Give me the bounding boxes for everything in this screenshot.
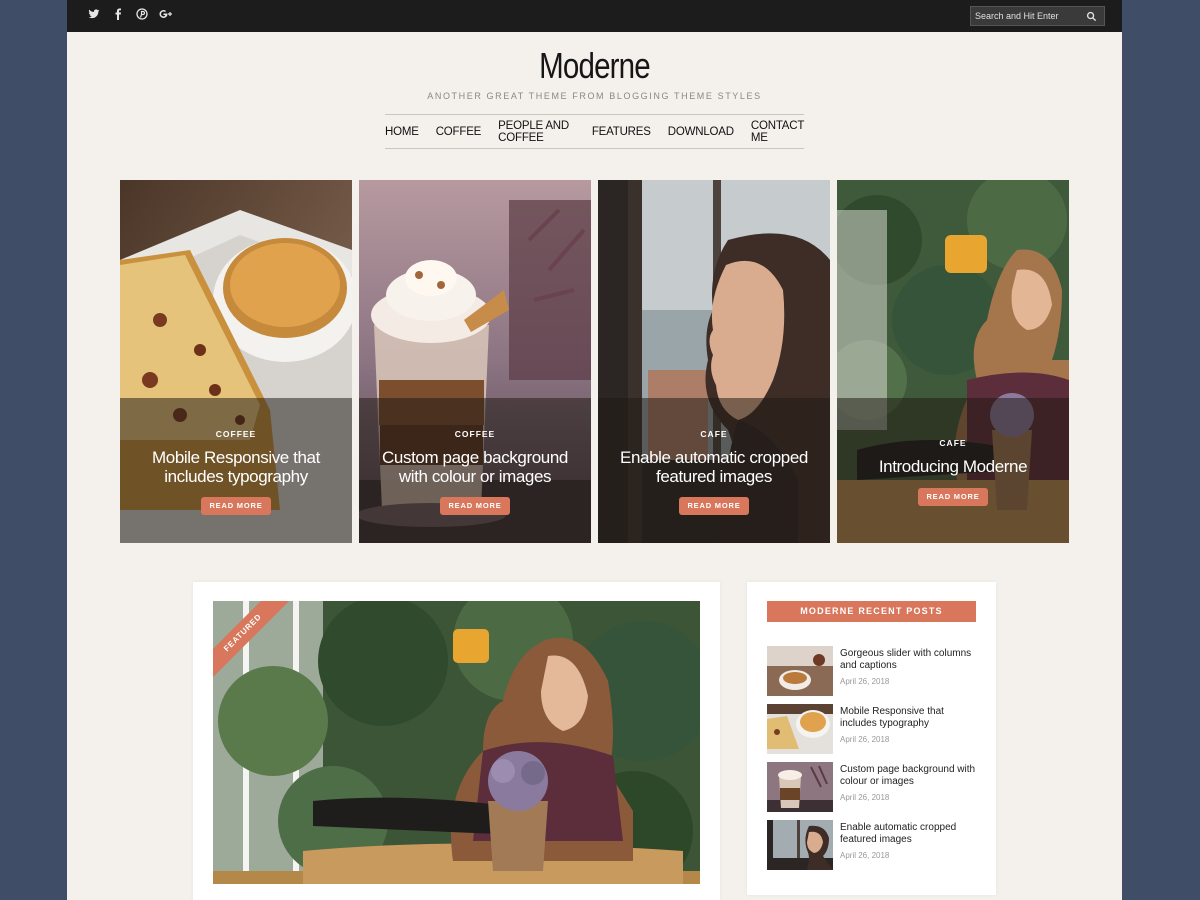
- tile-category[interactable]: COFFEE: [120, 429, 352, 439]
- recent-post-date: April 26, 2018: [840, 851, 890, 860]
- social-links: [87, 8, 173, 24]
- recent-post-title[interactable]: Mobile Responsive that includes typograp…: [840, 706, 980, 730]
- twitter-icon[interactable]: [87, 8, 101, 24]
- pinterest-icon[interactable]: [135, 8, 149, 24]
- search-input[interactable]: [975, 8, 1080, 24]
- featured-badge: FEATURED: [213, 601, 293, 683]
- google-plus-icon[interactable]: [159, 8, 173, 24]
- site-title[interactable]: Moderne: [162, 45, 1027, 87]
- search-icon[interactable]: [1086, 11, 1097, 22]
- tile-category[interactable]: CAFE: [837, 438, 1069, 448]
- recent-post-thumbnail[interactable]: [767, 646, 833, 696]
- slider-tile[interactable]: COFFEE Mobile Responsive that includes t…: [120, 180, 352, 543]
- recent-post-date: April 26, 2018: [840, 677, 890, 686]
- recent-post-item[interactable]: Custom page background with colour or im…: [767, 762, 976, 812]
- nav-item-download[interactable]: DOWNLOAD: [668, 126, 734, 138]
- tile-title[interactable]: Mobile Responsive that includes typograp…: [130, 448, 342, 486]
- nav-item-features[interactable]: FEATURES: [592, 126, 651, 138]
- slider-tile[interactable]: CAFE Introducing Moderne READ MORE: [837, 180, 1069, 543]
- recent-post-item[interactable]: Gorgeous slider with columns and caption…: [767, 646, 976, 696]
- featured-ribbon: FEATURED: [213, 601, 303, 691]
- nav-item-home[interactable]: HOME: [385, 126, 419, 138]
- tile-title[interactable]: Introducing Moderne: [847, 457, 1059, 476]
- main-nav: HOME COFFEE PEOPLE AND COFFEE FEATURES D…: [385, 114, 804, 149]
- recent-post-title[interactable]: Custom page background with colour or im…: [840, 764, 980, 788]
- facebook-icon[interactable]: [111, 8, 125, 24]
- tile-title[interactable]: Enable automatic cropped featured images: [608, 448, 820, 486]
- tile-category[interactable]: CAFE: [598, 429, 830, 439]
- featured-post-card: FEATURED: [193, 582, 720, 900]
- site-tagline: ANOTHER GREAT THEME FROM BLOGGING THEME …: [427, 91, 762, 101]
- widget-title: MODERNE RECENT POSTS: [767, 601, 976, 622]
- tile-category[interactable]: COFFEE: [359, 429, 591, 439]
- sidebar-widget: MODERNE RECENT POSTS Gorgeous slider wit…: [747, 582, 996, 895]
- search-box: [970, 6, 1105, 26]
- nav-item-coffee[interactable]: COFFEE: [436, 126, 482, 138]
- read-more-button[interactable]: READ MORE: [201, 497, 271, 515]
- recent-post-date: April 26, 2018: [840, 793, 890, 802]
- recent-post-thumbnail[interactable]: [767, 820, 833, 870]
- tile-title[interactable]: Custom page background with colour or im…: [369, 448, 581, 486]
- nav-item-people-and-coffee[interactable]: PEOPLE AND COFFEE: [498, 120, 575, 144]
- recent-post-item[interactable]: Enable automatic cropped featured images…: [767, 820, 976, 870]
- recent-post-item[interactable]: Mobile Responsive that includes typograp…: [767, 704, 976, 754]
- recent-post-date: April 26, 2018: [840, 735, 890, 744]
- featured-slider: COFFEE Mobile Responsive that includes t…: [120, 180, 1070, 543]
- read-more-button[interactable]: READ MORE: [679, 497, 749, 515]
- slider-tile[interactable]: COFFEE Custom page background with colou…: [359, 180, 591, 543]
- recent-post-title[interactable]: Gorgeous slider with columns and caption…: [840, 648, 980, 672]
- read-more-button[interactable]: READ MORE: [440, 497, 510, 515]
- slider-tile[interactable]: CAFE Enable automatic cropped featured i…: [598, 180, 830, 543]
- recent-post-thumbnail[interactable]: [767, 704, 833, 754]
- top-bar: [67, 0, 1122, 32]
- recent-post-thumbnail[interactable]: [767, 762, 833, 812]
- recent-post-title[interactable]: Enable automatic cropped featured images: [840, 822, 980, 846]
- featured-post-image[interactable]: FEATURED: [213, 601, 700, 884]
- nav-item-contact-me[interactable]: CONTACT ME: [751, 120, 804, 144]
- page: Moderne ANOTHER GREAT THEME FROM BLOGGIN…: [67, 0, 1122, 900]
- read-more-button[interactable]: READ MORE: [918, 488, 988, 506]
